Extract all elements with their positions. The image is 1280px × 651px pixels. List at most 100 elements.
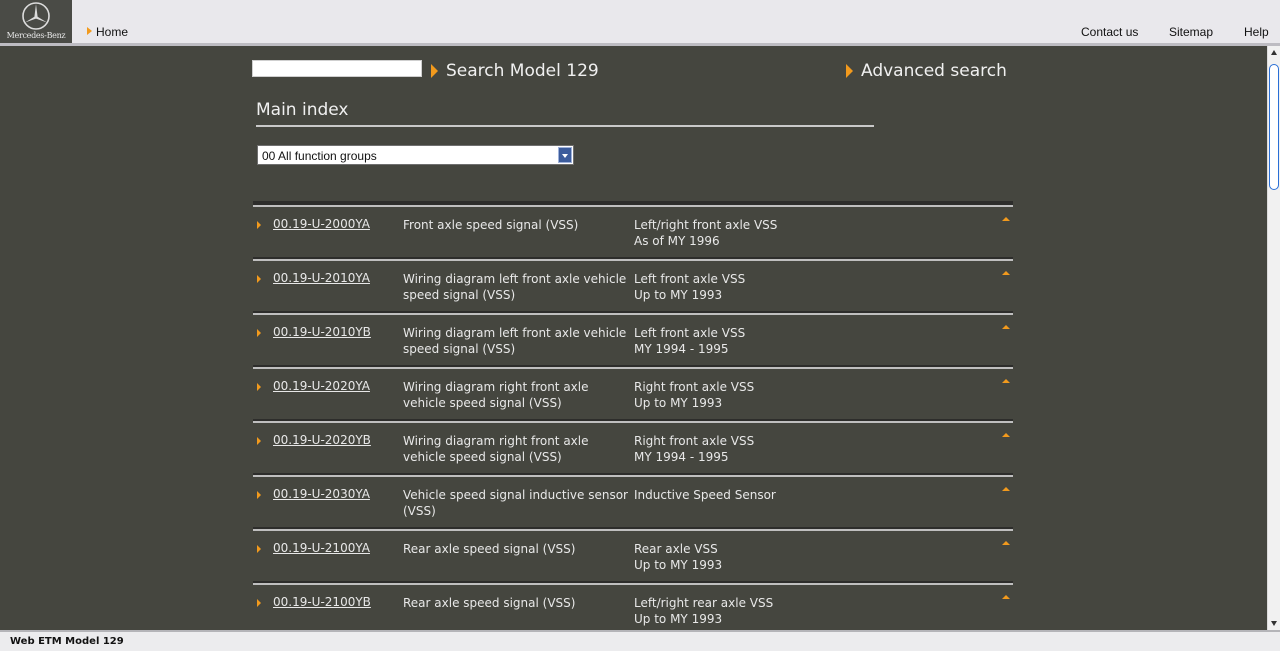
row-separator [253, 205, 1013, 207]
search-button-label: Search Model 129 [446, 61, 599, 81]
row-code-link[interactable]: 00.19-U-2030YA [273, 487, 370, 501]
row-separator [253, 259, 1013, 261]
row-desc-line1: Left front axle VSS [634, 272, 746, 286]
row-desc-line1: Inductive Speed Sensor [634, 488, 776, 502]
row-desc: Left/right front axle VSS As of MY 1996 [634, 217, 934, 249]
chevron-up-icon [1271, 50, 1277, 55]
row-title: Wiring diagram left front axle vehicle s… [403, 326, 627, 356]
row-code-link[interactable]: 00.19-U-2010YB [273, 325, 371, 339]
row-code-link[interactable]: 00.19-U-2100YA [273, 541, 370, 555]
header-divider [0, 43, 1280, 46]
row-code-link[interactable]: 00.19-U-2020YB [273, 433, 371, 447]
table-row: 00.19-U-2100YB Rear axle speed signal (V… [253, 583, 1013, 637]
chevron-down-icon [1271, 621, 1277, 626]
home-link-label: Home [96, 25, 129, 39]
scroll-to-top-icon[interactable] [1002, 379, 1010, 383]
row-desc-line1: Left/right rear axle VSS [634, 596, 774, 610]
table-row: 00.19-U-2030YA Vehicle speed signal indu… [253, 475, 1013, 531]
help-link[interactable]: Help [1244, 25, 1269, 39]
row-desc-line2: MY 1994 - 1995 [634, 342, 729, 356]
triangle-bullet-icon [846, 64, 853, 78]
row-desc: Left front axle VSS Up to MY 1993 [634, 271, 934, 303]
vertical-scrollbar[interactable] [1267, 46, 1280, 630]
triangle-bullet-icon [257, 329, 261, 337]
table-row: 00.19-U-2010YA Wiring diagram left front… [253, 259, 1013, 315]
mercedes-star-icon [22, 2, 50, 30]
row-desc-line2: Up to MY 1993 [634, 612, 723, 626]
contact-us-link[interactable]: Contact us [1081, 25, 1138, 39]
advanced-search-button[interactable]: Advanced search [846, 61, 1007, 81]
row-separator [253, 367, 1013, 369]
row-desc-line2: Up to MY 1993 [634, 396, 723, 410]
row-code-link[interactable]: 00.19-U-2000YA [273, 217, 370, 231]
scroll-to-top-icon[interactable] [1002, 325, 1010, 329]
triangle-bullet-icon [257, 383, 261, 391]
brand-logo[interactable]: Mercedes-Benz [0, 0, 72, 46]
advanced-search-label: Advanced search [861, 61, 1007, 81]
row-title: Wiring diagram left front axle vehicle s… [403, 272, 627, 302]
function-group-select[interactable]: 00 All function groups [257, 145, 574, 165]
scroll-up-button[interactable] [1268, 46, 1280, 59]
row-desc-line2: Up to MY 1993 [634, 558, 723, 572]
triangle-bullet-icon [257, 437, 261, 445]
search-input[interactable] [252, 60, 422, 77]
row-desc-line1: Right front axle VSS [634, 380, 755, 394]
row-code-link[interactable]: 00.19-U-2020YA [273, 379, 370, 393]
triangle-bullet-icon [87, 27, 92, 35]
row-desc-line1: Rear axle VSS [634, 542, 718, 556]
scroll-to-top-icon[interactable] [1002, 595, 1010, 599]
scroll-to-top-icon[interactable] [1002, 487, 1010, 491]
search-button[interactable]: Search Model 129 [431, 61, 599, 81]
row-desc-line1: Left front axle VSS [634, 326, 746, 340]
row-separator [253, 421, 1013, 423]
row-title: Wiring diagram right front axle vehicle … [403, 380, 589, 410]
row-desc-line1: Left/right front axle VSS [634, 218, 778, 232]
status-bar-text: Web ETM Model 129 [10, 636, 124, 647]
table-row: 00.19-U-2020YA Wiring diagram right fron… [253, 367, 1013, 423]
row-desc-line1: Right front axle VSS [634, 434, 755, 448]
triangle-bullet-icon [431, 64, 438, 78]
scroll-to-top-icon[interactable] [1002, 271, 1010, 275]
row-separator [253, 529, 1013, 531]
row-title: Rear axle speed signal (VSS) [403, 542, 576, 556]
triangle-bullet-icon [257, 545, 261, 553]
row-desc: Rear axle VSS Up to MY 1993 [634, 541, 934, 573]
home-link[interactable]: Home [87, 25, 128, 39]
table-row: 00.19-U-2100YA Rear axle speed signal (V… [253, 529, 1013, 585]
row-title: Rear axle speed signal (VSS) [403, 596, 576, 610]
scroll-to-top-icon[interactable] [1002, 217, 1010, 221]
triangle-bullet-icon [257, 599, 261, 607]
row-title: Front axle speed signal (VSS) [403, 218, 579, 232]
row-desc: Right front axle VSS Up to MY 1993 [634, 379, 934, 411]
scroll-to-top-icon[interactable] [1002, 433, 1010, 437]
row-desc-line2: MY 1994 - 1995 [634, 450, 729, 464]
table-row: 00.19-U-2000YA Front axle speed signal (… [253, 205, 1013, 261]
triangle-bullet-icon [257, 491, 261, 499]
row-desc: Left front axle VSS MY 1994 - 1995 [634, 325, 934, 357]
row-desc: Right front axle VSS MY 1994 - 1995 [634, 433, 934, 465]
select-dropdown-button[interactable] [558, 147, 572, 163]
row-separator [253, 583, 1013, 585]
row-separator [253, 475, 1013, 477]
row-separator [253, 313, 1013, 315]
row-desc: Left/right rear axle VSS Up to MY 1993 [634, 595, 934, 627]
row-desc-line2: Up to MY 1993 [634, 288, 723, 302]
sitemap-link[interactable]: Sitemap [1169, 25, 1213, 39]
title-divider [256, 125, 874, 127]
scroll-down-button[interactable] [1268, 617, 1280, 630]
page-title: Main index [256, 100, 349, 120]
triangle-bullet-icon [257, 275, 261, 283]
row-code-link[interactable]: 00.19-U-2100YB [273, 595, 371, 609]
top-bar: Mercedes-Benz Home Contact us Sitemap He… [0, 0, 1280, 46]
row-title: Vehicle speed signal inductive sensor (V… [403, 488, 628, 518]
chevron-down-icon [562, 154, 568, 158]
table-row: 00.19-U-2010YB Wiring diagram left front… [253, 313, 1013, 369]
select-value: 00 All function groups [262, 149, 377, 163]
scroll-to-top-icon[interactable] [1002, 541, 1010, 545]
scrollbar-thumb[interactable] [1269, 64, 1279, 190]
brand-name: Mercedes-Benz [6, 31, 66, 40]
row-code-link[interactable]: 00.19-U-2010YA [273, 271, 370, 285]
row-title: Wiring diagram right front axle vehicle … [403, 434, 589, 464]
status-bar: Web ETM Model 129 [0, 630, 1280, 651]
row-desc-line2: As of MY 1996 [634, 234, 720, 248]
